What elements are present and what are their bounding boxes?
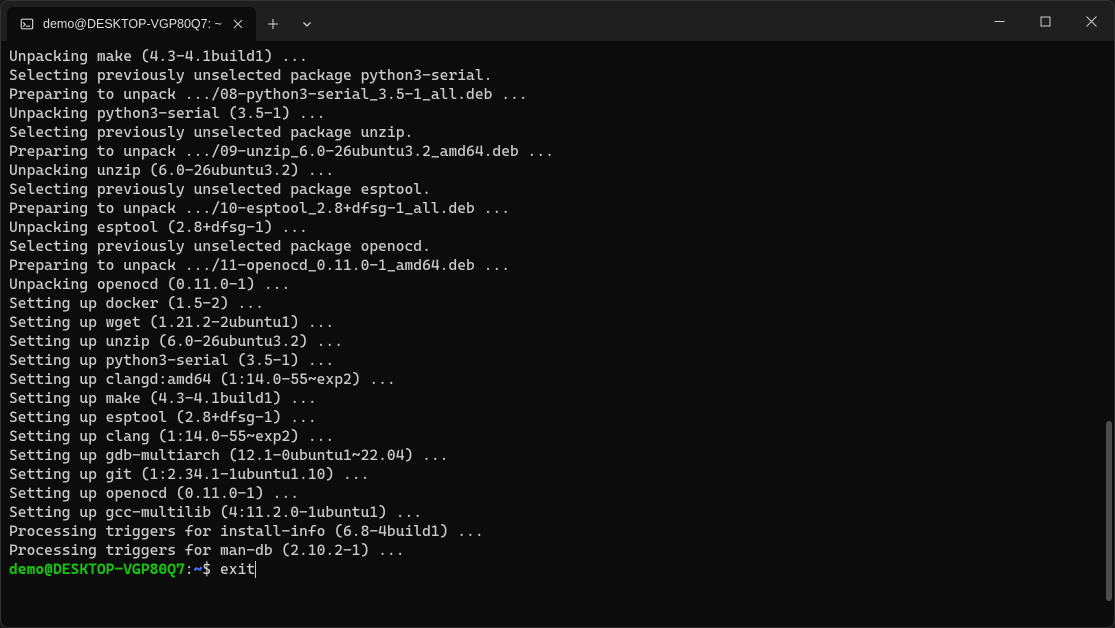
tab-active[interactable]: demo@DESKTOP-VGP80Q7: ~	[7, 7, 256, 41]
maximize-button[interactable]	[1022, 1, 1068, 41]
terminal-viewport[interactable]: Unpacking make (4.3-4.1build1) ... Selec…	[1, 41, 1114, 627]
terminal-output: Unpacking make (4.3-4.1build1) ... Selec…	[9, 47, 1106, 560]
tabs-region: demo@DESKTOP-VGP80Q7: ~	[1, 1, 324, 41]
tab-close-button[interactable]	[230, 16, 246, 32]
text-cursor	[255, 561, 256, 578]
scrollbar-thumb[interactable]	[1106, 421, 1112, 601]
window-controls	[976, 1, 1114, 41]
prompt-colon: :	[185, 560, 194, 578]
prompt-user-host: demo@DESKTOP-VGP80Q7	[9, 560, 185, 578]
title-bar: demo@DESKTOP-VGP80Q7: ~	[1, 1, 1114, 41]
terminal-window: demo@DESKTOP-VGP80Q7: ~	[0, 0, 1115, 628]
prompt-dollar: $	[202, 560, 220, 578]
new-tab-button[interactable]	[256, 7, 290, 41]
command-input[interactable]: exit	[220, 560, 255, 578]
tab-title: demo@DESKTOP-VGP80Q7: ~	[43, 17, 222, 31]
terminal-icon	[19, 16, 35, 32]
close-window-button[interactable]	[1068, 1, 1114, 41]
tab-dropdown-button[interactable]	[290, 7, 324, 41]
minimize-button[interactable]	[976, 1, 1022, 41]
prompt-line: demo@DESKTOP-VGP80Q7:~$ exit	[9, 560, 1106, 579]
